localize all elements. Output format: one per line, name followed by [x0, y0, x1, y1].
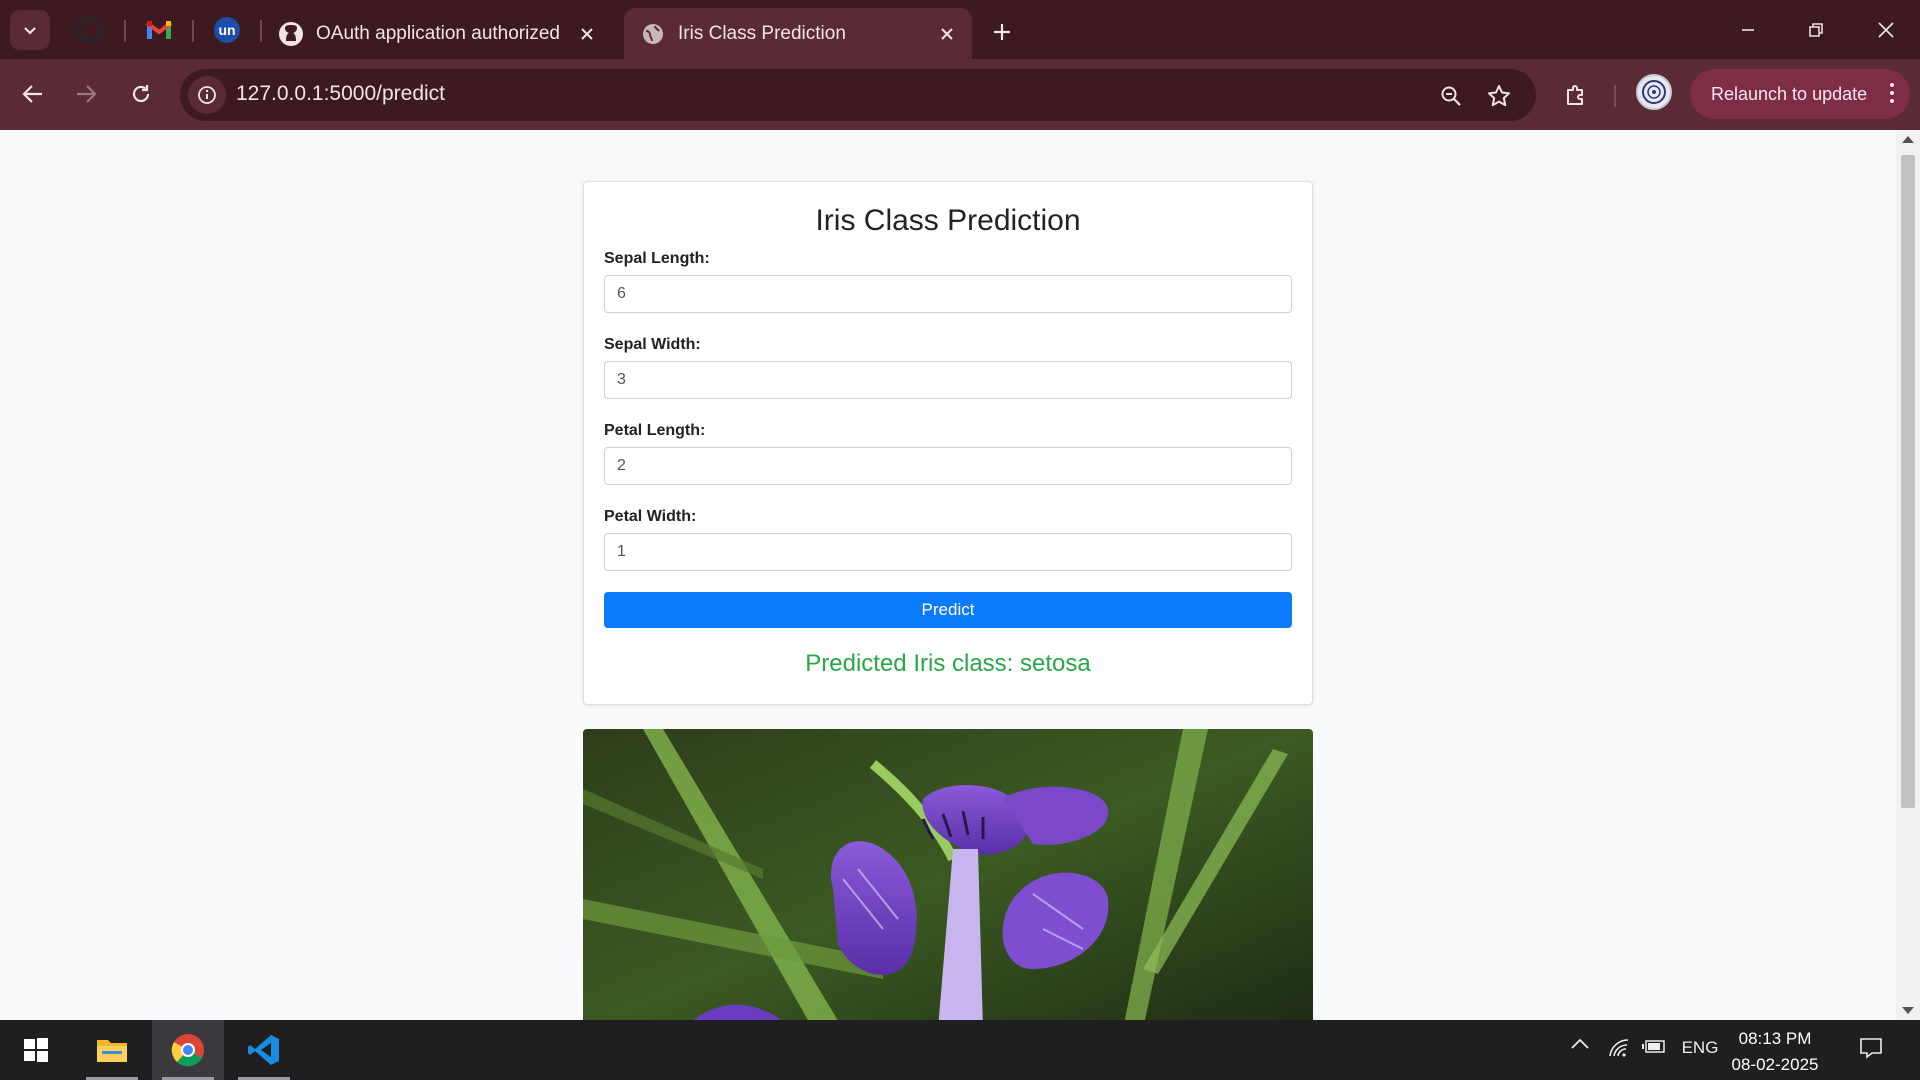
profile-emblem-icon: [1642, 80, 1666, 104]
gmail-icon: [146, 21, 172, 39]
tray-language[interactable]: ENG: [1682, 1038, 1719, 1058]
taskbar-chrome[interactable]: [152, 1020, 224, 1080]
predict-button[interactable]: Predict: [604, 592, 1292, 628]
scrollbar-thumb[interactable]: [1901, 155, 1915, 808]
bookmark-button[interactable]: [1482, 79, 1516, 113]
iris-flower-image: [583, 729, 1313, 1020]
sepal-length-input[interactable]: [604, 275, 1292, 313]
forward-button[interactable]: [65, 73, 107, 115]
tray-clock[interactable]: 08:13 PM 08-02-2025: [1720, 1026, 1830, 1078]
toolbar-separator: [1614, 85, 1616, 107]
close-icon: [1878, 21, 1894, 38]
unstop-icon: un: [214, 17, 240, 43]
pinned-tab-gmail[interactable]: [142, 14, 176, 46]
tray-network[interactable]: [1606, 1038, 1632, 1058]
chevron-down-icon: [24, 27, 36, 35]
petal-width-input[interactable]: [604, 533, 1292, 571]
scroll-up-arrow-icon[interactable]: [1902, 136, 1914, 143]
restore-icon: [1809, 22, 1823, 37]
clock-time: 08:13 PM: [1738, 1029, 1812, 1048]
minimize-button[interactable]: [1714, 0, 1782, 59]
info-icon: [198, 86, 216, 104]
chrome-icon: [171, 1034, 204, 1067]
windows-taskbar: ENG 08:13 PM 08-02-2025: [0, 1020, 1920, 1080]
zoom-button[interactable]: [1434, 79, 1468, 113]
vscode-icon: [248, 1035, 279, 1065]
tab-iris-prediction[interactable]: Iris Class Prediction: [624, 8, 972, 59]
file-explorer-icon: [97, 1040, 127, 1062]
page-title: Iris Class Prediction: [815, 204, 1081, 237]
site-info-button[interactable]: [188, 76, 226, 114]
relaunch-label: Relaunch to update: [1711, 83, 1868, 104]
github-circle-icon: [77, 17, 103, 43]
relaunch-to-update-button[interactable]: Relaunch to update: [1690, 69, 1910, 119]
petal-length-label: Petal Length:: [604, 422, 706, 439]
taskbar-vscode[interactable]: [228, 1020, 300, 1080]
scroll-down-arrow-icon[interactable]: [1902, 1007, 1914, 1014]
page-scrollbar[interactable]: [1896, 130, 1920, 1020]
tray-battery[interactable]: [1640, 1038, 1668, 1054]
tab-strip: un OAuth application authorized Iris Cla…: [0, 0, 1920, 59]
tray-overflow-button[interactable]: [1568, 1038, 1592, 1050]
back-button[interactable]: [12, 73, 54, 115]
page-viewport: Iris Class Prediction Sepal Length: Sepa…: [0, 130, 1896, 1020]
tab-oauth[interactable]: OAuth application authorized: [262, 8, 612, 59]
petal-width-label: Petal Width:: [604, 508, 697, 525]
tab-separator: [124, 20, 126, 42]
puzzle-icon: [1567, 85, 1583, 105]
url-text[interactable]: 127.0.0.1:5000/predict: [236, 82, 445, 106]
tab-title: Iris Class Prediction: [678, 22, 846, 44]
browser-toolbar: 127.0.0.1:5000/predict Relaunch to updat…: [0, 59, 1920, 130]
star-icon: [1488, 85, 1510, 107]
svg-text:un: un: [218, 22, 235, 38]
pinned-tab-github[interactable]: [73, 14, 107, 46]
tab-close-icon[interactable]: [932, 19, 962, 49]
tab-search-button[interactable]: [10, 10, 50, 50]
more-menu-icon[interactable]: [1890, 83, 1894, 103]
chevron-up-icon: [1571, 1038, 1589, 1049]
pinned-tab-unstop[interactable]: un: [210, 14, 244, 46]
battery-icon: [1642, 1040, 1665, 1053]
prediction-result: Predicted Iris class: setosa: [805, 650, 1091, 677]
prediction-form-card: Iris Class Prediction Sepal Length: Sepa…: [583, 181, 1313, 705]
reload-icon: [132, 85, 150, 103]
windows-start-icon: [24, 1038, 48, 1062]
github-icon: [278, 21, 304, 47]
sepal-length-label: Sepal Length:: [604, 250, 710, 267]
wifi-icon: [1609, 1039, 1629, 1057]
extensions-button[interactable]: [1556, 75, 1596, 115]
minimize-icon: [1742, 28, 1754, 31]
restore-button[interactable]: [1782, 0, 1850, 59]
close-window-button[interactable]: [1852, 0, 1920, 59]
tab-separator: [192, 20, 194, 42]
reload-button[interactable]: [120, 73, 162, 115]
petal-length-input[interactable]: [604, 447, 1292, 485]
globe-icon: [640, 21, 666, 47]
arrow-right-icon: [77, 85, 97, 103]
notification-center-button[interactable]: [1856, 1036, 1886, 1060]
zoom-out-icon: [1441, 86, 1461, 106]
notification-icon: [1860, 1038, 1882, 1059]
tab-title: OAuth application authorized: [316, 22, 560, 44]
sepal-width-label: Sepal Width:: [604, 336, 701, 353]
new-tab-button[interactable]: [984, 14, 1020, 50]
address-bar[interactable]: 127.0.0.1:5000/predict: [180, 69, 1536, 121]
plus-icon: [994, 24, 1010, 40]
tab-close-icon[interactable]: [572, 19, 602, 49]
start-button[interactable]: [0, 1020, 72, 1080]
arrow-left-icon: [22, 85, 42, 103]
taskbar-file-explorer[interactable]: [76, 1020, 148, 1080]
sepal-width-input[interactable]: [604, 361, 1292, 399]
clock-date: 08-02-2025: [1731, 1055, 1819, 1074]
profile-avatar[interactable]: [1636, 74, 1672, 110]
